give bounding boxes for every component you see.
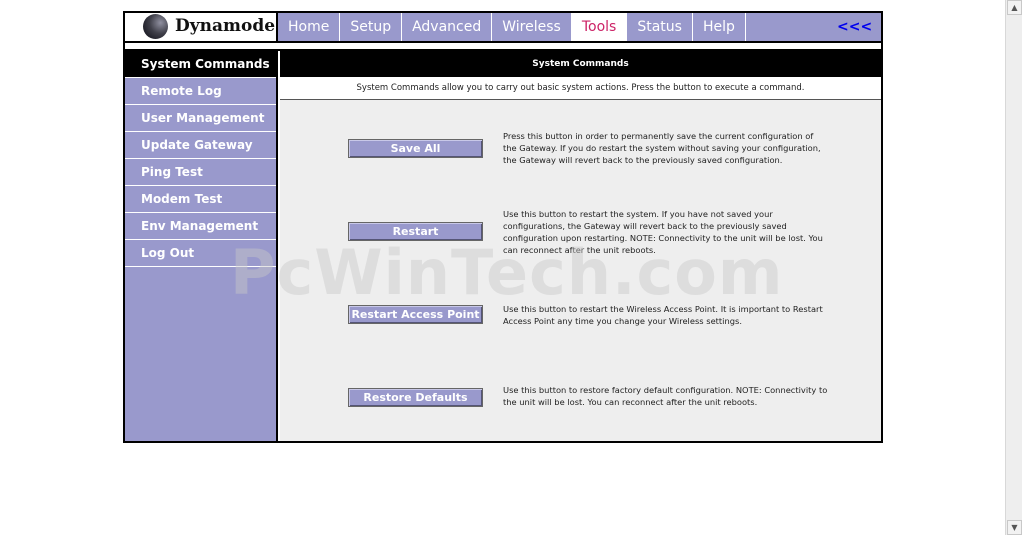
arrow-up-icon[interactable]: ▲ — [1007, 0, 1022, 15]
sidebar-item-log-out[interactable]: Log Out — [125, 240, 276, 267]
sidebar-item-system-commands[interactable]: System Commands — [125, 51, 276, 78]
router-admin-frame: Dynamode Home Setup Advanced Wireless To… — [123, 11, 883, 443]
back-link[interactable]: <<< — [837, 13, 872, 41]
sidebar-item-user-management[interactable]: User Management — [125, 105, 276, 132]
sidebar-item-remote-log[interactable]: Remote Log — [125, 78, 276, 105]
restart-access-point-button[interactable]: Restart Access Point — [348, 305, 483, 324]
nav-status[interactable]: Status — [627, 13, 693, 41]
restore-defaults-description: Use this button to restore factory defau… — [503, 385, 828, 407]
brand-name: Dynamode — [175, 16, 276, 36]
restart-access-point-description: Use this button to restart the Wireless … — [503, 304, 823, 326]
restart-description: Use this button to restart the system. I… — [503, 209, 823, 255]
sidebar-item-modem-test[interactable]: Modem Test — [125, 186, 276, 213]
nav-wireless[interactable]: Wireless — [492, 13, 572, 41]
main-nav: Home Setup Advanced Wireless Tools Statu… — [278, 13, 746, 41]
sidebar-item-update-gateway[interactable]: Update Gateway — [125, 132, 276, 159]
sidebar: System Commands Remote Log User Manageme… — [125, 51, 278, 441]
sidebar-item-ping-test[interactable]: Ping Test — [125, 159, 276, 186]
section-title: System Commands — [280, 51, 881, 77]
brand-logo: Dynamode — [125, 13, 278, 41]
main-content: System Commands System Commands allow yo… — [278, 51, 881, 441]
nav-advanced[interactable]: Advanced — [402, 13, 493, 41]
sidebar-item-env-management[interactable]: Env Management — [125, 213, 276, 240]
top-navigation-bar: Dynamode Home Setup Advanced Wireless To… — [125, 13, 881, 43]
sphere-logo-icon — [143, 14, 168, 39]
page-scrollbar[interactable]: ▲ ▼ — [1005, 0, 1022, 535]
nav-tools[interactable]: Tools — [571, 13, 628, 41]
save-all-button[interactable]: Save All — [348, 139, 483, 158]
header-divider — [125, 43, 881, 51]
restart-button[interactable]: Restart — [348, 222, 483, 241]
nav-home[interactable]: Home — [278, 13, 341, 41]
intro-text: System Commands allow you to carry out b… — [280, 77, 881, 100]
arrow-down-icon[interactable]: ▼ — [1007, 520, 1022, 535]
restore-defaults-button[interactable]: Restore Defaults — [348, 388, 483, 407]
nav-help[interactable]: Help — [693, 13, 746, 41]
nav-setup[interactable]: Setup — [340, 13, 403, 41]
save-all-description: Press this button in order to permanentl… — [503, 131, 821, 165]
